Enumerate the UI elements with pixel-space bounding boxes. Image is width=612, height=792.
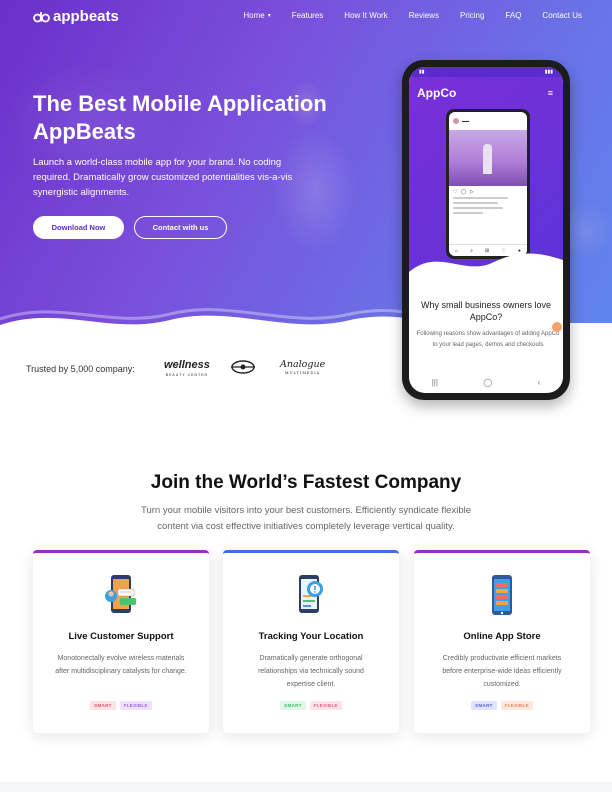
person-figure	[483, 144, 492, 174]
post-photo	[449, 130, 527, 186]
phone-mockup: ▮▮ ▮▮▮ AppCo ≡ ▬▬ ♡ ◯ ▷ ⌂ ⌕ ⊞ ♡ ● Why small b…	[402, 60, 570, 400]
section-title: Join the World’s Fastest Company	[150, 472, 462, 493]
card-title: Tracking Your Location	[258, 631, 364, 642]
contact-button[interactable]: Contact with us	[134, 216, 227, 239]
brand-logo[interactable]: appbeats	[33, 8, 119, 25]
recent-apps-icon[interactable]: |||	[432, 378, 438, 387]
card-description: Credibly productivate efficient markets …	[442, 655, 562, 688]
why-title: Why small business owners love AppCo?	[420, 300, 552, 322]
card-tags: SMART FLEXIBLE	[414, 701, 590, 710]
hamburger-menu-icon: ≡	[547, 88, 553, 98]
card-description: Monotonectally evolve wireless materials…	[55, 655, 187, 675]
status-left-icon: ▮▮	[419, 69, 425, 75]
phone-screen: ▮▮ ▮▮▮ AppCo ≡ ▬▬ ♡ ◯ ▷ ⌂ ⌕ ⊞ ♡ ● Why small b…	[409, 67, 563, 393]
phone-status-bar: ▮▮ ▮▮▮	[409, 67, 563, 77]
feature-card-app-store: Online App Store Credibly productivate e…	[414, 550, 590, 733]
screen-wave	[409, 253, 563, 292]
nav-reviews[interactable]: Reviews	[409, 11, 439, 20]
inner-phone-mockup: ▬▬ ♡ ◯ ▷ ⌂ ⌕ ⊞ ♡ ●	[446, 109, 530, 259]
hero-description: Launch a world-class mobile app for your…	[33, 157, 293, 198]
tag-smart: SMART	[90, 701, 116, 710]
trusted-label: Trusted by 5,000 company:	[26, 364, 135, 374]
card-title: Online App Store	[463, 631, 541, 642]
app-store-icon	[492, 575, 512, 615]
footer-strip	[0, 782, 612, 792]
tag-flexible: FLEXIBLE	[119, 701, 152, 710]
tag-smart: SMART	[280, 701, 306, 710]
chevron-down-icon: ▾	[267, 13, 271, 19]
location-tracking-icon	[299, 575, 323, 613]
hero-title: The Best Mobile Application AppBeats	[33, 91, 327, 144]
tag-smart: SMART	[471, 701, 497, 710]
nav-faq[interactable]: FAQ	[505, 11, 521, 20]
nav-features[interactable]: Features	[292, 11, 324, 20]
tag-flexible: FLEXIBLE	[500, 701, 533, 710]
section-subtitle: Turn your mobile visitors into your best…	[141, 505, 471, 532]
feature-card-location: Tracking Your Location Dramatically gene…	[223, 550, 399, 733]
brand-logo-wellness: wellness BEAUTY CENTER	[164, 359, 210, 378]
android-nav-bar: ||| ◯ ‹	[409, 372, 563, 392]
nav-home[interactable]: Home ▾	[243, 11, 270, 20]
app-logo: AppCo	[417, 86, 457, 100]
post-user-placeholder: ▬▬	[462, 119, 469, 123]
brand-logo-analogue: Analogue MULTIMEDIA	[280, 359, 326, 375]
tag-flexible: FLEXIBLE	[309, 701, 342, 710]
inner-phone-screen: ▬▬ ♡ ◯ ▷ ⌂ ⌕ ⊞ ♡ ●	[449, 112, 527, 256]
status-right-icon: ▮▮▮	[544, 69, 553, 75]
avatar	[453, 118, 459, 124]
home-button-icon[interactable]: ◯	[483, 378, 492, 387]
post-action-icons: ♡ ◯ ▷	[453, 189, 475, 195]
download-now-button[interactable]: Download Now	[33, 216, 124, 239]
post-header: ▬▬	[453, 118, 469, 124]
post-caption-lines	[453, 197, 513, 217]
chat-bubble-icon[interactable]	[552, 322, 562, 332]
appbeats-logo-icon	[33, 11, 50, 22]
card-tags: SMART FLEXIBLE	[223, 701, 399, 710]
nav-contact[interactable]: Contact Us	[542, 11, 582, 20]
customer-support-icon	[105, 575, 136, 613]
feature-card-support: Live Customer Support Monotonectally evo…	[33, 550, 209, 733]
back-icon[interactable]: ‹	[538, 378, 541, 387]
brand-name: appbeats	[53, 8, 119, 25]
card-tags: SMART FLEXIBLE	[33, 701, 209, 710]
card-description: Dramatically generate orthogonal relatio…	[258, 655, 364, 688]
nav-how-it-work[interactable]: How It Work	[344, 11, 387, 20]
main-nav: Home ▾ Features How It Work Reviews Prici…	[222, 11, 582, 20]
why-text: Following reasons show advantages of add…	[416, 331, 560, 348]
card-title: Live Customer Support	[68, 631, 174, 642]
nav-pricing[interactable]: Pricing	[460, 11, 484, 20]
brand-logo-emblem-icon	[231, 360, 255, 374]
